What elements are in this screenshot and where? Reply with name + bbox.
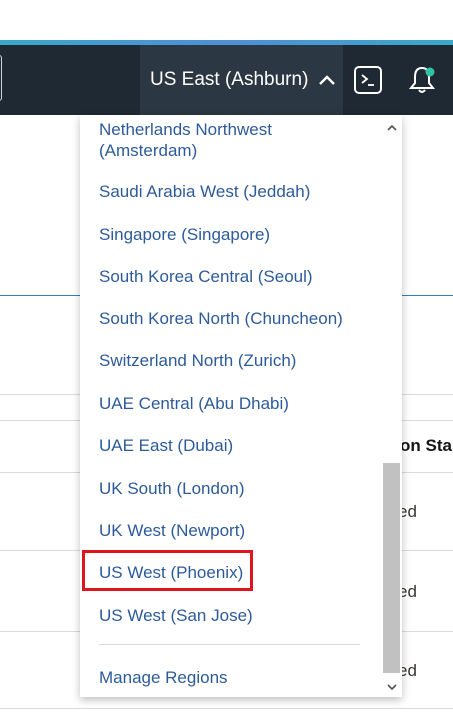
region-selector-label: US East (Ashburn) [150, 69, 309, 90]
scroll-down-arrow-icon[interactable] [382, 677, 402, 697]
top-strip [0, 0, 453, 40]
search-input-edge[interactable] [0, 55, 2, 101]
scroll-up-arrow-icon[interactable] [382, 117, 402, 137]
region-option[interactable]: UAE East (Dubai) [99, 435, 369, 456]
region-option[interactable]: South Korea North (Chuncheon) [99, 308, 369, 329]
region-option[interactable]: Saudi Arabia West (Jeddah) [99, 181, 369, 202]
region-selector-button[interactable]: US East (Ashburn) [140, 45, 343, 115]
region-option[interactable]: Switzerland North (Zurich) [99, 350, 369, 371]
manage-regions-link[interactable]: Manage Regions [99, 667, 369, 688]
region-option[interactable]: UAE Central (Abu Dhabi) [99, 393, 369, 414]
region-option[interactable]: US West (San Jose) [99, 605, 369, 626]
menu-separator [99, 644, 360, 645]
table-column-header: on Sta [400, 436, 452, 455]
region-option[interactable]: UK West (Newport) [99, 520, 369, 541]
table-row-divider [0, 708, 453, 709]
region-option-us-west-phoenix[interactable]: US West (Phoenix) [99, 562, 369, 583]
region-option[interactable]: Singapore (Singapore) [99, 224, 369, 245]
region-option[interactable]: UK South (London) [99, 478, 369, 499]
scrollbar-thumb[interactable] [383, 463, 400, 673]
bell-icon[interactable] [407, 64, 439, 96]
region-dropdown-menu: Netherlands Northwest (Amsterdam) Saudi … [80, 115, 402, 697]
console-header: US East (Ashburn) [0, 45, 453, 115]
cloud-shell-icon[interactable] [354, 66, 382, 94]
region-option[interactable]: Netherlands Northwest (Amsterdam) [99, 119, 369, 161]
chevron-up-icon [318, 74, 336, 86]
region-option[interactable]: South Korea Central (Seoul) [99, 266, 369, 287]
